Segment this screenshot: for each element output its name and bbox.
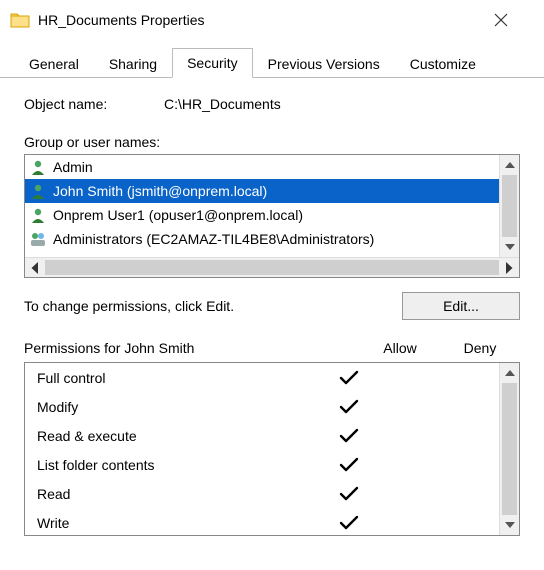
allow-check-icon — [339, 370, 419, 386]
scroll-up-icon[interactable] — [500, 363, 519, 383]
user-icon — [29, 158, 47, 176]
object-name-label: Object name: — [24, 96, 164, 112]
close-icon — [494, 13, 508, 27]
permission-name: Write — [37, 515, 339, 531]
permissions-vertical-scrollbar[interactable] — [499, 363, 519, 535]
user-row[interactable]: Administrators (EC2AMAZ-TIL4BE8\Administ… — [25, 227, 499, 251]
tab-general[interactable]: General — [14, 49, 94, 78]
window-title: HR_Documents Properties — [38, 12, 494, 28]
allow-check-icon — [339, 515, 419, 531]
allow-check-icon — [339, 457, 419, 473]
user-name: Admin — [53, 159, 93, 175]
scrollbar-thumb[interactable] — [502, 175, 517, 237]
user-row[interactable]: John Smith (jsmith@onprem.local) — [25, 179, 499, 203]
user-name: Onprem User1 (opuser1@onprem.local) — [53, 207, 303, 223]
permission-name: Read — [37, 486, 339, 502]
scrollbar-track[interactable] — [45, 260, 499, 275]
permission-name: Full control — [37, 370, 339, 386]
tab-strip: General Sharing Security Previous Versio… — [0, 46, 544, 78]
scroll-up-icon[interactable] — [500, 155, 519, 175]
allow-check-icon — [339, 399, 419, 415]
close-button[interactable] — [494, 13, 534, 27]
folder-icon — [10, 10, 30, 30]
permission-name: Modify — [37, 399, 339, 415]
group-icon — [29, 230, 47, 248]
permissions-header: Permissions for John Smith Allow Deny — [24, 340, 520, 356]
permission-row: Read — [25, 479, 499, 508]
allow-check-icon — [339, 428, 419, 444]
group-users-label: Group or user names: — [24, 134, 520, 150]
tab-security[interactable]: Security — [172, 48, 253, 78]
object-name-row: Object name: C:\HR_Documents — [24, 96, 520, 112]
permission-row: Read & execute — [25, 421, 499, 450]
tab-previous-versions[interactable]: Previous Versions — [253, 49, 395, 78]
permission-row: Modify — [25, 392, 499, 421]
user-icon — [29, 182, 47, 200]
group-users-listbox[interactable]: Admin John Smith (jsmith@onprem.local) Onp… — [24, 154, 520, 278]
tab-content: Object name: C:\HR_Documents Group or us… — [0, 78, 544, 536]
permission-row: Write — [25, 508, 499, 535]
edit-button[interactable]: Edit... — [402, 292, 520, 320]
user-name: Administrators (EC2AMAZ-TIL4BE8\Administ… — [53, 231, 374, 247]
edit-row: To change permissions, click Edit. Edit.… — [24, 292, 520, 320]
scroll-down-icon[interactable] — [500, 515, 519, 535]
deny-column-header: Deny — [440, 340, 520, 356]
users-horizontal-scrollbar[interactable] — [25, 257, 519, 277]
user-row[interactable]: Onprem User1 (opuser1@onprem.local) — [25, 203, 499, 227]
permissions-listbox[interactable]: Full control Modify Read & execute List fol… — [24, 362, 520, 536]
scrollbar-thumb[interactable] — [502, 383, 517, 515]
scroll-right-icon[interactable] — [499, 258, 519, 277]
title-bar: HR_Documents Properties — [0, 0, 544, 40]
user-name: John Smith (jsmith@onprem.local) — [53, 183, 267, 199]
tab-customize[interactable]: Customize — [395, 49, 491, 78]
object-name-value: C:\HR_Documents — [164, 96, 281, 112]
tab-sharing[interactable]: Sharing — [94, 49, 172, 78]
user-row[interactable]: Admin — [25, 155, 499, 179]
user-icon — [29, 206, 47, 224]
permission-name: Read & execute — [37, 428, 339, 444]
users-vertical-scrollbar[interactable] — [499, 155, 519, 257]
scroll-down-icon[interactable] — [500, 237, 519, 257]
permission-row: Full control — [25, 363, 499, 392]
allow-column-header: Allow — [360, 340, 440, 356]
permissions-title: Permissions for John Smith — [24, 340, 360, 356]
permission-name: List folder contents — [37, 457, 339, 473]
scroll-left-icon[interactable] — [25, 258, 45, 277]
edit-hint: To change permissions, click Edit. — [24, 298, 402, 314]
allow-check-icon — [339, 486, 419, 502]
permission-row: List folder contents — [25, 450, 499, 479]
